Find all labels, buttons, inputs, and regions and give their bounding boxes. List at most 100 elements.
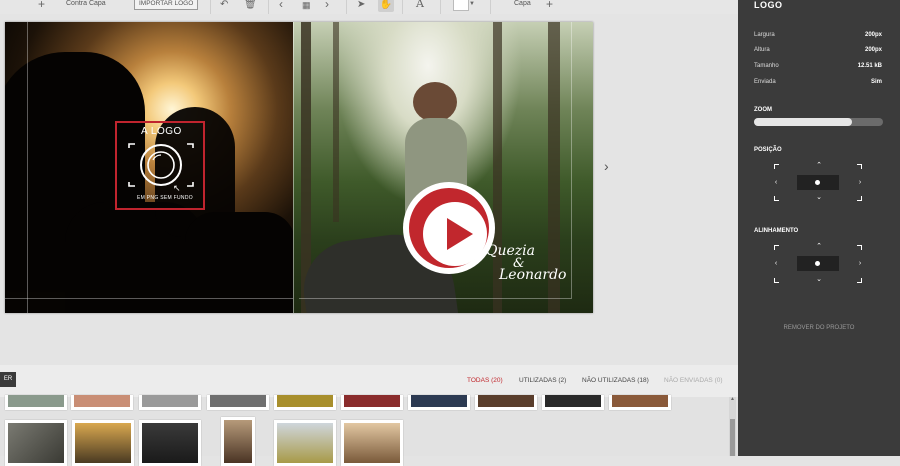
play-ring: [409, 188, 489, 268]
photo-thumbnail[interactable]: [408, 395, 470, 410]
align-down-icon[interactable]: ⌄: [815, 276, 823, 283]
logo-placeholder-title: A LOGO: [141, 126, 182, 137]
align-right-icon[interactable]: ›: [856, 260, 864, 267]
couple-name-second[interactable]: Leonardo: [499, 267, 566, 283]
play-inner: [423, 202, 487, 266]
alignment-label: ALINHAMENTO: [754, 228, 799, 234]
filter-not-uploaded[interactable]: NÃO ENVIADAS (0): [664, 377, 723, 384]
filter-unused[interactable]: NÃO UTILIZADAS (18): [582, 377, 649, 384]
couple-name-first[interactable]: Quezia: [486, 243, 535, 259]
play-button[interactable]: [403, 182, 495, 274]
toolbar-divider: [346, 0, 347, 14]
zoom-slider[interactable]: [754, 118, 883, 126]
zoom-slider-fill[interactable]: [754, 118, 853, 126]
back-cover-photo[interactable]: A LOGO EM PNG SEM FUNDO ↖: [5, 22, 295, 313]
info-label: Enviada: [754, 79, 776, 85]
position-center[interactable]: [797, 175, 839, 190]
position-bottom-left[interactable]: [774, 196, 779, 201]
cover-label[interactable]: Capa: [514, 0, 531, 7]
align-dot: [815, 261, 820, 266]
undo-icon[interactable]: ↶: [220, 0, 228, 10]
photo-thumbnail[interactable]: [274, 420, 336, 466]
album-spread[interactable]: A LOGO EM PNG SEM FUNDO ↖ Quezia & Leona…: [5, 22, 593, 313]
position-top-left[interactable]: [774, 164, 779, 169]
align-left-icon[interactable]: ‹: [772, 260, 780, 267]
scrollbar-thumb[interactable]: [730, 419, 735, 456]
position-left-icon[interactable]: ‹: [772, 179, 780, 186]
filter-bar: ER TODAS (20) UTILIZADAS (2) NÃO UTILIZA…: [0, 365, 738, 397]
properties-panel: LOGO Largura 200px Altura 200px Tamanho …: [738, 0, 900, 456]
photo-thumbnail[interactable]: [609, 395, 671, 410]
chevron-left-icon[interactable]: ‹: [279, 0, 283, 10]
photo-thumbnail[interactable]: [71, 395, 133, 410]
photo-thumbnail[interactable]: [341, 395, 403, 410]
chevron-right-icon[interactable]: ›: [604, 158, 609, 174]
position-bottom-right[interactable]: [857, 196, 862, 201]
bleed-guide: [5, 298, 293, 299]
top-toolbar: + Contra Capa IMPORTAR LOGO ↶ 🗑 ‹ ▦ › ➤ …: [0, 0, 738, 14]
logo-placeholder[interactable]: A LOGO EM PNG SEM FUNDO ↖: [115, 121, 205, 210]
add-back-cover-icon[interactable]: +: [38, 0, 45, 10]
trash-icon[interactable]: 🗑: [244, 0, 257, 10]
align-top-left[interactable]: [774, 245, 779, 250]
photo-thumbnail[interactable]: [5, 420, 67, 466]
play-icon: [447, 218, 473, 250]
import-logo-button[interactable]: IMPORTAR LOGO: [134, 0, 199, 10]
filter-used[interactable]: UTILIZADAS (2): [519, 377, 566, 384]
toolbar-divider: [440, 0, 441, 14]
logo-placeholder-subtitle: EM PNG SEM FUNDO: [137, 195, 193, 201]
position-down-icon[interactable]: ⌄: [815, 194, 823, 201]
spine-guide: [293, 22, 294, 313]
align-bottom-right[interactable]: [857, 278, 862, 283]
info-label: Tamanho: [754, 63, 779, 69]
photo-thumbnail[interactable]: [221, 417, 255, 466]
toolbar-divider: [210, 0, 211, 14]
photo-tray: ER TODAS (20) UTILIZADAS (2) NÃO UTILIZA…: [0, 365, 738, 466]
hand-icon[interactable]: ✋: [378, 0, 394, 12]
info-label: Largura: [754, 32, 775, 38]
zoom-label: ZOOM: [754, 107, 772, 113]
photo-thumbnail[interactable]: [274, 395, 336, 410]
toolbar-divider: [402, 0, 403, 14]
align-up-icon[interactable]: ⌃: [815, 243, 823, 250]
info-value: 12.51 kB: [857, 63, 882, 69]
photo-thumbnail[interactable]: [139, 395, 201, 410]
toolbar-divider: [268, 0, 269, 14]
align-top-right[interactable]: [857, 245, 862, 250]
mouse-pointer-icon: ↖: [173, 183, 181, 193]
add-cover-icon[interactable]: +: [546, 0, 553, 10]
align-center[interactable]: [797, 256, 839, 271]
photo-thumbnail[interactable]: [542, 395, 604, 410]
photo-thumbnail[interactable]: [72, 420, 134, 466]
align-bottom-left[interactable]: [774, 278, 779, 283]
position-top-right[interactable]: [857, 164, 862, 169]
photo-thumbnail[interactable]: [475, 395, 537, 410]
tray-scrollbar[interactable]: ▲: [729, 396, 736, 456]
color-swatch[interactable]: [453, 0, 469, 11]
text-icon[interactable]: A: [416, 0, 424, 9]
position-dot: [815, 180, 820, 185]
photo-thumbnail[interactable]: [207, 395, 269, 410]
info-value: Sim: [870, 79, 882, 85]
photo-thumbnail[interactable]: [5, 395, 67, 410]
remove-from-project-button[interactable]: REMOVER DO PROJETO: [738, 325, 900, 331]
collapsed-button[interactable]: ER: [0, 372, 16, 387]
camera-icon: [128, 143, 194, 187]
cursor-icon[interactable]: ➤: [357, 0, 365, 10]
info-label: Altura: [754, 47, 770, 53]
chevron-right-icon[interactable]: ›: [325, 0, 329, 10]
position-right-icon[interactable]: ›: [856, 179, 864, 186]
photo-thumbnail[interactable]: [139, 420, 201, 466]
chevron-down-icon[interactable]: ▼: [469, 0, 475, 9]
back-cover-label[interactable]: Contra Capa: [66, 0, 106, 7]
photo-thumbnail[interactable]: [341, 420, 403, 466]
bleed-guide: [27, 22, 28, 313]
toolbar-divider: [490, 0, 491, 14]
filter-all[interactable]: TODAS (20): [467, 377, 503, 384]
position-up-icon[interactable]: ⌃: [815, 162, 823, 169]
grid-icon[interactable]: ▦: [302, 0, 311, 10]
panel-title: LOGO: [754, 0, 783, 10]
position-label: POSIÇÃO: [754, 147, 782, 153]
scroll-up-icon[interactable]: ▲: [730, 396, 735, 402]
info-value: 200px: [864, 32, 882, 38]
